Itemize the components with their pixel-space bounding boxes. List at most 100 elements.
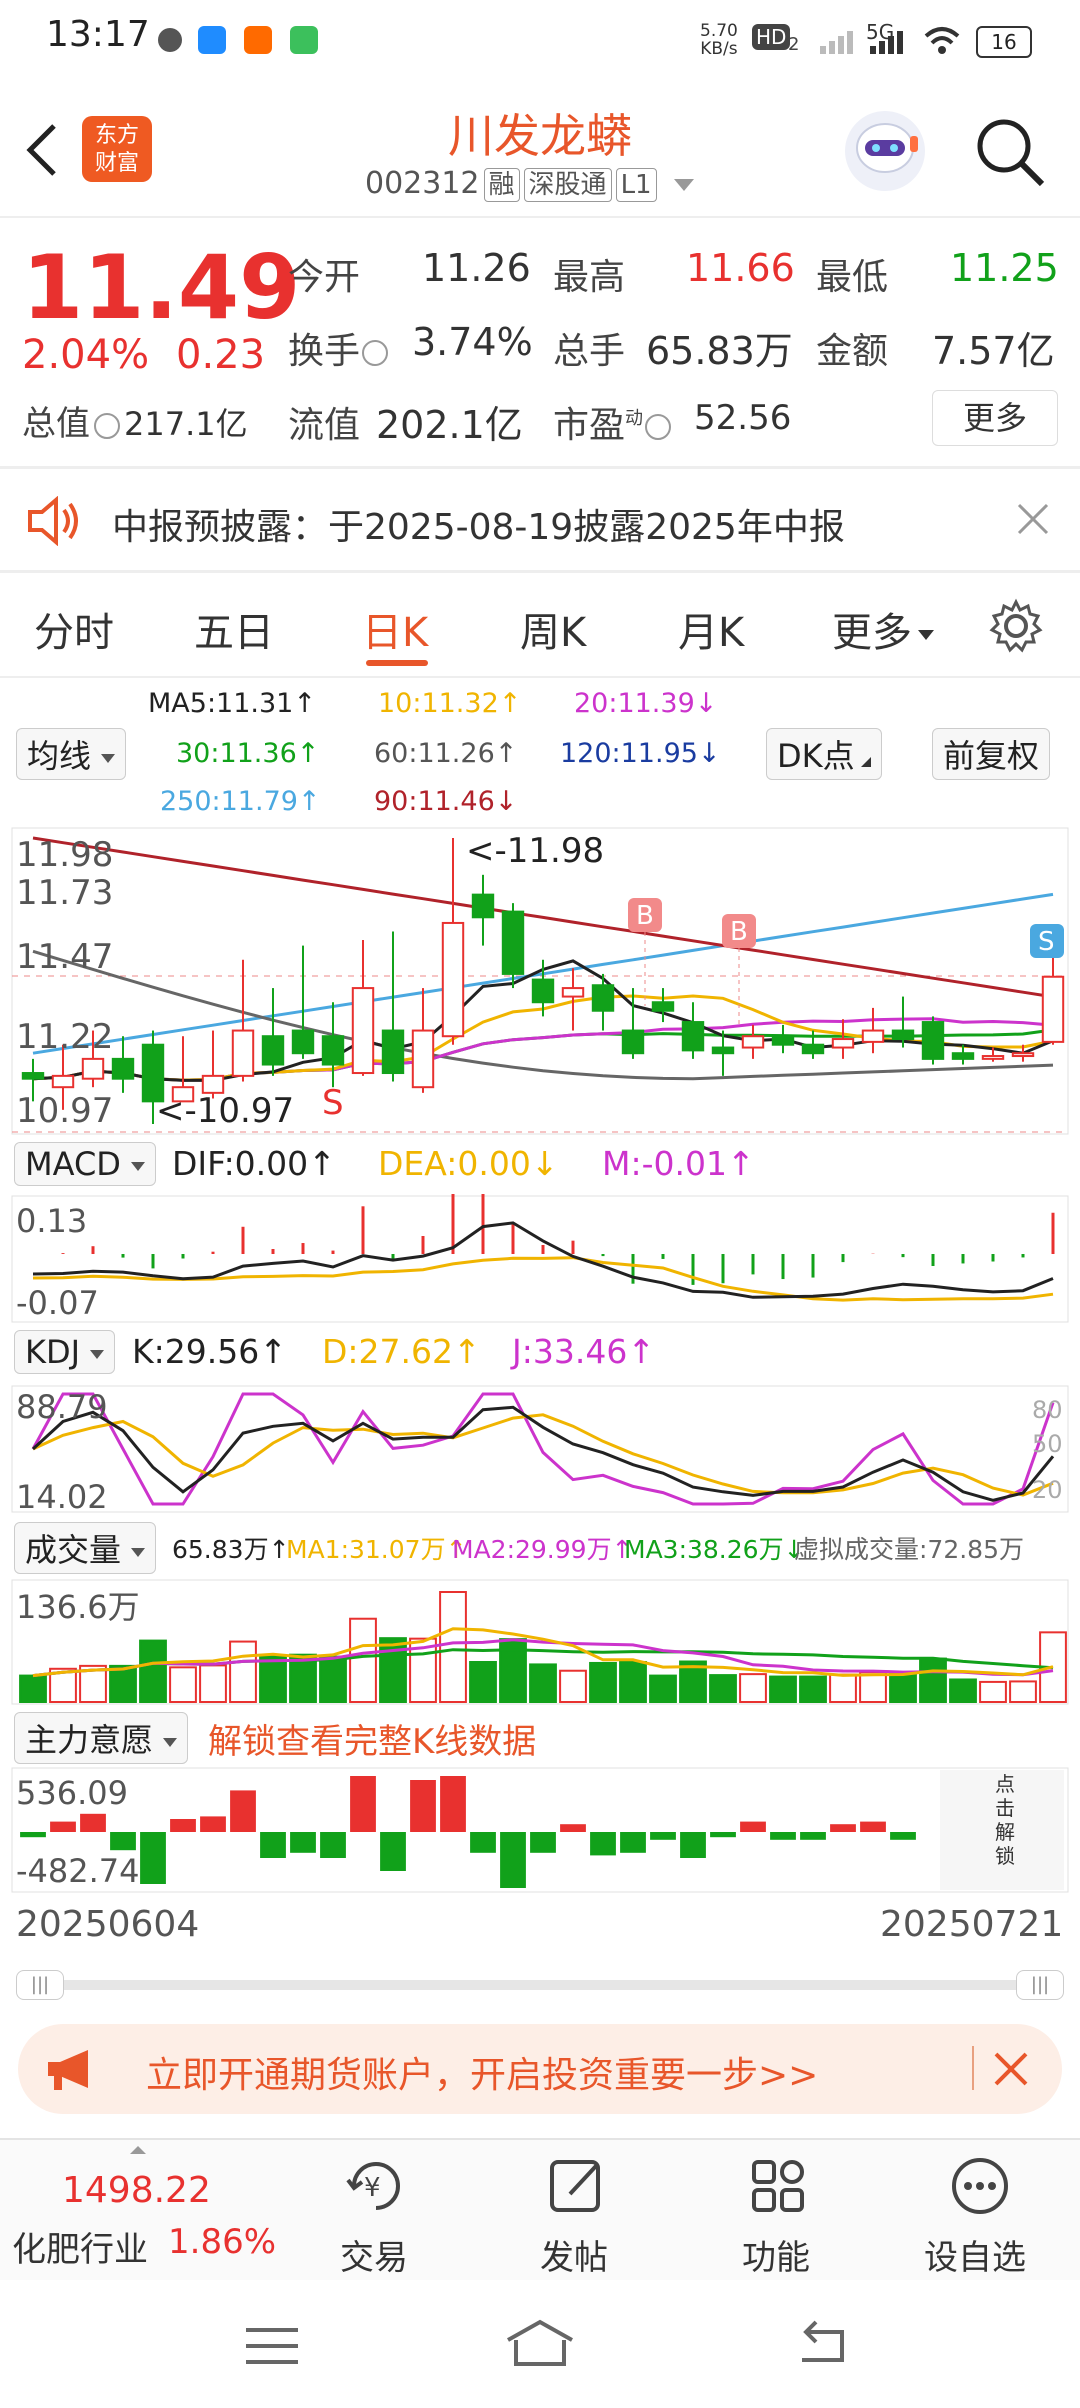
post-label[interactable]: 发帖 — [540, 2230, 608, 2279]
close-icon[interactable] — [1016, 502, 1050, 540]
volume-bar — [619, 1660, 647, 1704]
s-badge[interactable]: S — [1030, 924, 1064, 958]
main-force-bar — [560, 1824, 586, 1832]
robot-avatar-icon[interactable] — [840, 106, 930, 200]
notice-bar[interactable]: 中报预披露：于2025-08-19披露2025年中报 — [0, 470, 1080, 570]
main-force-chart[interactable]: 536.09 -482.74 — [10, 1766, 1070, 1894]
menu-icon[interactable] — [244, 2324, 300, 2372]
candle-body — [951, 1052, 975, 1060]
ma10-value: 10:11.32↑ — [378, 688, 522, 719]
kdj-legend: KDJ K:29.56↑ D:27.62↑ J:33.46↑ — [0, 1326, 1080, 1382]
volume-label: 总手 — [553, 331, 626, 372]
sell-marker[interactable]: S — [322, 1083, 344, 1123]
stock-code: 002312 — [365, 166, 480, 201]
main-force-bar — [380, 1832, 406, 1871]
info-icon[interactable] — [94, 412, 120, 439]
expand-icon[interactable] — [130, 2146, 146, 2154]
add-watchlist-label[interactable]: 设自选 — [924, 2230, 1026, 2279]
industry-name[interactable]: 化肥行业 — [12, 2222, 148, 2271]
trade-icon[interactable]: ¥ — [344, 2154, 408, 2222]
kline-chart[interactable]: 11.98 11.73 11.47 11.22 10.97 <-11.98 <-… — [10, 826, 1070, 1136]
tab-more[interactable]: 更多 — [832, 600, 934, 658]
dropdown-icon — [674, 178, 695, 191]
tab-daily-k[interactable]: 日K — [362, 600, 428, 658]
dk-point-button[interactable]: DK点 — [766, 728, 882, 780]
quote-divider — [0, 466, 1080, 469]
volume-selector[interactable]: 成交量 — [14, 1522, 157, 1574]
scroll-handle-left[interactable]: ||| — [16, 1970, 64, 2000]
volume-bar — [379, 1637, 407, 1703]
add-watchlist-icon[interactable] — [948, 2154, 1012, 2222]
macd-selector-label: MACD — [25, 1145, 121, 1183]
main-force-bar — [590, 1832, 616, 1856]
volume-y-top: 136.6万 — [16, 1588, 140, 1626]
kdj-selector-label: KDJ — [25, 1333, 81, 1371]
macd-y-top: 0.13 — [16, 1202, 87, 1240]
caret-down-icon — [163, 1737, 178, 1747]
volume-bar — [859, 1671, 887, 1704]
tab-five-day[interactable]: 五日 — [194, 600, 274, 658]
macd-chart[interactable]: 0.13 -0.07 — [10, 1194, 1070, 1324]
home-icon[interactable] — [504, 2318, 576, 2372]
tab-intraday[interactable]: 分时 — [34, 600, 114, 658]
main-force-bar — [650, 1832, 676, 1840]
stock-code-row[interactable]: 002312 融深股通 L1 — [365, 166, 695, 202]
total-mcap-label: 总值 217.1亿 — [22, 404, 248, 444]
kline-y-2: 11.73 — [16, 873, 113, 913]
max-price-marker: <-11.98 — [466, 831, 604, 871]
wifi-icon — [922, 24, 962, 60]
functions-icon[interactable] — [746, 2154, 810, 2222]
settings-gear-icon[interactable] — [988, 598, 1044, 658]
main-force-bar — [800, 1832, 826, 1840]
volume-bar — [229, 1640, 257, 1703]
ma250-value: 250:11.79↑ — [160, 786, 321, 817]
unlock-kline-link[interactable]: 解锁查看完整K线数据 — [208, 1714, 536, 1763]
main-force-bar — [530, 1832, 556, 1853]
tab-weekly-k[interactable]: 周K — [520, 600, 586, 658]
ma-selector[interactable]: 均线 — [16, 728, 127, 780]
date-end: 20250721 — [880, 1904, 1064, 1945]
candle-body — [981, 1055, 1005, 1060]
search-icon[interactable] — [972, 114, 1048, 194]
info-icon[interactable] — [645, 414, 672, 440]
kdj-chart[interactable]: 88.79 14.02 80 50 20 — [10, 1384, 1070, 1514]
scroll-handle-right[interactable]: ||| — [1016, 1970, 1064, 2000]
candle-body — [471, 893, 495, 919]
ma-legend: 均线 MA5:11.31↑ 10:11.32↑ 20:11.39↓ 30:11.… — [0, 680, 1080, 825]
macd-selector[interactable]: MACD — [14, 1142, 157, 1186]
candle-body — [531, 978, 555, 1004]
main-force-bar — [740, 1821, 766, 1832]
functions-label[interactable]: 功能 — [742, 2230, 810, 2279]
candle-body — [51, 1074, 75, 1089]
pe-label: 市盈动 — [553, 396, 672, 448]
main-force-bar — [440, 1776, 466, 1832]
trade-label[interactable]: 交易 — [340, 2230, 408, 2279]
scroll-track — [16, 1980, 1064, 1990]
futures-ad-banner[interactable]: 立即开通期货账户，开启投资重要一步>> — [18, 2024, 1062, 2114]
tab-monthly-k[interactable]: 月K — [678, 600, 744, 658]
volume-chart[interactable]: 136.6万 — [10, 1578, 1070, 1706]
kdj-selector[interactable]: KDJ — [14, 1330, 116, 1374]
adjust-button[interactable]: 前复权 — [932, 728, 1051, 780]
ad-close-icon[interactable] — [992, 2050, 1030, 2092]
main-force-bar — [860, 1821, 886, 1832]
macd-dea: DEA:0.00↓ — [378, 1144, 559, 1183]
hd-sub: 2 — [788, 34, 800, 55]
more-button[interactable]: 更多 — [932, 390, 1058, 446]
speaker-icon — [24, 495, 84, 550]
volume-bar — [979, 1680, 1007, 1704]
battery-icon: 16 — [976, 26, 1032, 58]
change-percent: 2.04% — [22, 332, 150, 378]
info-icon[interactable] — [362, 340, 389, 366]
min-price-marker: <-10.97 — [156, 1091, 294, 1131]
post-icon[interactable] — [546, 2154, 610, 2222]
volume-ma1: MA1:31.07万↑ — [286, 1535, 467, 1564]
back-nav-icon[interactable] — [794, 2320, 850, 2372]
industry-index-value[interactable]: 1498.22 — [62, 2170, 211, 2211]
main-force-bar — [620, 1832, 646, 1853]
timeline-scrollbar[interactable]: ||| ||| — [16, 1970, 1064, 2000]
status-bar: 13:17 5.70 KB/s HD 2 5G 16 — [0, 0, 1080, 80]
unlock-side-text[interactable]: 点击解锁 — [990, 1772, 1020, 1868]
main-force-selector[interactable]: 主力意愿 — [14, 1712, 189, 1764]
ma20-value: 20:11.39↓ — [574, 688, 718, 719]
